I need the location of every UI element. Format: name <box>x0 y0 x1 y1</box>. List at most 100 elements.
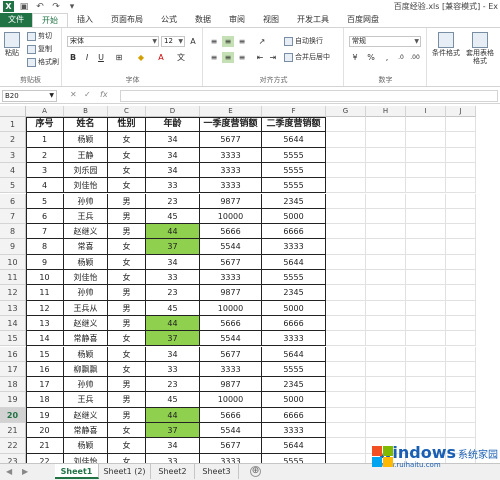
table-cell[interactable]: 18 <box>26 392 64 408</box>
table-cell[interactable]: 22 <box>26 453 64 463</box>
table-cell[interactable]: 14 <box>26 331 64 347</box>
save-icon[interactable]: ▣ <box>18 1 30 12</box>
table-cell[interactable]: 45 <box>146 208 200 225</box>
align-center-icon[interactable]: ≡ <box>222 52 234 63</box>
empty-cell[interactable] <box>366 423 406 439</box>
table-cell[interactable]: 23 <box>146 285 200 301</box>
empty-cell[interactable] <box>406 224 446 240</box>
font-name-select[interactable]: 宋体 ▼ <box>67 36 159 47</box>
table-cell[interactable]: 34 <box>146 346 200 362</box>
row-header-22[interactable]: 22 <box>0 438 26 454</box>
empty-cell[interactable] <box>366 224 406 240</box>
empty-cell[interactable] <box>446 208 476 225</box>
table-cell[interactable]: 2345 <box>262 285 326 301</box>
table-cell[interactable]: 杨颖 <box>64 438 108 454</box>
empty-cell[interactable] <box>446 315 476 332</box>
sheet-next-icon[interactable]: ▶ <box>22 467 28 476</box>
table-cell[interactable]: 3333 <box>262 331 326 347</box>
empty-cell[interactable] <box>406 392 446 408</box>
table-header-cell[interactable]: 序号 <box>26 117 64 133</box>
empty-cell[interactable] <box>406 147 446 163</box>
ribbon-tab-6[interactable]: 审阅 <box>220 13 254 27</box>
table-cell[interactable]: 10000 <box>200 392 262 408</box>
empty-cell[interactable] <box>406 346 446 362</box>
table-cell[interactable]: 女 <box>108 147 146 163</box>
select-all-corner[interactable] <box>0 106 26 117</box>
customize-icon[interactable]: ▾ <box>66 1 78 12</box>
table-cell[interactable]: 5555 <box>262 147 326 163</box>
empty-cell[interactable] <box>406 239 446 255</box>
row-header-15[interactable]: 15 <box>0 331 26 347</box>
empty-cell[interactable] <box>446 193 476 209</box>
table-cell[interactable]: 女 <box>108 239 146 255</box>
table-cell[interactable]: 女 <box>108 162 146 179</box>
table-cell[interactable]: 女 <box>108 438 146 454</box>
table-cell[interactable]: 女 <box>108 361 146 378</box>
empty-cell[interactable] <box>446 239 476 255</box>
table-cell[interactable]: 女 <box>108 331 146 347</box>
table-cell[interactable]: 33 <box>146 178 200 194</box>
table-cell[interactable]: 3333 <box>200 270 262 286</box>
table-header-cell[interactable]: 一季度营销额 <box>200 117 262 133</box>
empty-cell[interactable] <box>366 117 406 133</box>
empty-cell[interactable] <box>406 132 446 148</box>
table-cell[interactable]: 3333 <box>262 423 326 439</box>
table-cell[interactable]: 9877 <box>200 285 262 301</box>
ribbon-tab-4[interactable]: 公式 <box>152 13 186 27</box>
table-cell[interactable]: 5000 <box>262 392 326 408</box>
align-top-icon[interactable]: ≡ <box>208 36 220 47</box>
empty-cell[interactable] <box>326 162 366 179</box>
empty-cell[interactable] <box>326 193 366 209</box>
table-cell[interactable]: 男 <box>108 407 146 423</box>
empty-cell[interactable] <box>406 178 446 194</box>
table-cell[interactable]: 5666 <box>200 224 262 240</box>
empty-cell[interactable] <box>366 178 406 194</box>
empty-cell[interactable] <box>446 331 476 347</box>
align-middle-icon[interactable]: ≡ <box>222 36 234 47</box>
empty-cell[interactable] <box>326 270 366 286</box>
format-painter-button[interactable]: 格式刷 <box>27 57 59 67</box>
empty-cell[interactable] <box>446 254 476 270</box>
table-cell[interactable]: 女 <box>108 346 146 362</box>
table-cell[interactable]: 王静 <box>64 147 108 163</box>
empty-cell[interactable] <box>326 254 366 270</box>
table-cell[interactable]: 常静喜 <box>64 423 108 439</box>
table-cell[interactable]: 赵继义 <box>64 224 108 240</box>
table-cell[interactable]: 45 <box>146 300 200 316</box>
bold-button[interactable]: B <box>67 52 79 63</box>
wrap-text-button[interactable]: 自动换行 <box>284 36 323 46</box>
table-cell[interactable]: 5677 <box>200 438 262 454</box>
empty-cell[interactable] <box>326 331 366 347</box>
table-cell[interactable]: 赵继义 <box>64 315 108 332</box>
table-cell[interactable]: 5677 <box>200 254 262 270</box>
table-cell[interactable]: 赵继义 <box>64 407 108 423</box>
empty-cell[interactable] <box>326 346 366 362</box>
cut-button[interactable]: 剪切 <box>27 31 52 41</box>
empty-cell[interactable] <box>366 407 406 423</box>
table-cell[interactable]: 刘佳怡 <box>64 270 108 286</box>
table-cell[interactable]: 女 <box>108 270 146 286</box>
row-header-20[interactable]: 20 <box>0 407 26 423</box>
row-header-7[interactable]: 7 <box>0 208 26 225</box>
grow-font-icon[interactable]: A <box>187 36 199 47</box>
row-header-19[interactable]: 19 <box>0 392 26 408</box>
table-cell[interactable]: 男 <box>108 392 146 408</box>
sheet-prev-icon[interactable]: ◀ <box>6 467 12 476</box>
table-cell[interactable]: 常静喜 <box>64 331 108 347</box>
table-cell[interactable]: 5555 <box>262 162 326 179</box>
sheet-tab-0[interactable]: Sheet1 <box>55 464 99 479</box>
column-header-F[interactable]: F <box>262 106 326 117</box>
decrease-decimal-icon[interactable]: .00 <box>409 52 421 63</box>
table-cell[interactable]: 11 <box>26 285 64 301</box>
empty-cell[interactable] <box>326 361 366 378</box>
ribbon-tab-5[interactable]: 数据 <box>186 13 220 27</box>
empty-cell[interactable] <box>406 377 446 393</box>
table-cell[interactable]: 34 <box>146 254 200 270</box>
table-cell[interactable]: 44 <box>146 407 200 423</box>
empty-cell[interactable] <box>326 208 366 225</box>
table-cell[interactable]: 2 <box>26 147 64 163</box>
ribbon-tab-1[interactable]: 开始 <box>32 13 68 27</box>
table-cell[interactable]: 常喜 <box>64 239 108 255</box>
empty-cell[interactable] <box>366 162 406 179</box>
empty-cell[interactable] <box>446 224 476 240</box>
